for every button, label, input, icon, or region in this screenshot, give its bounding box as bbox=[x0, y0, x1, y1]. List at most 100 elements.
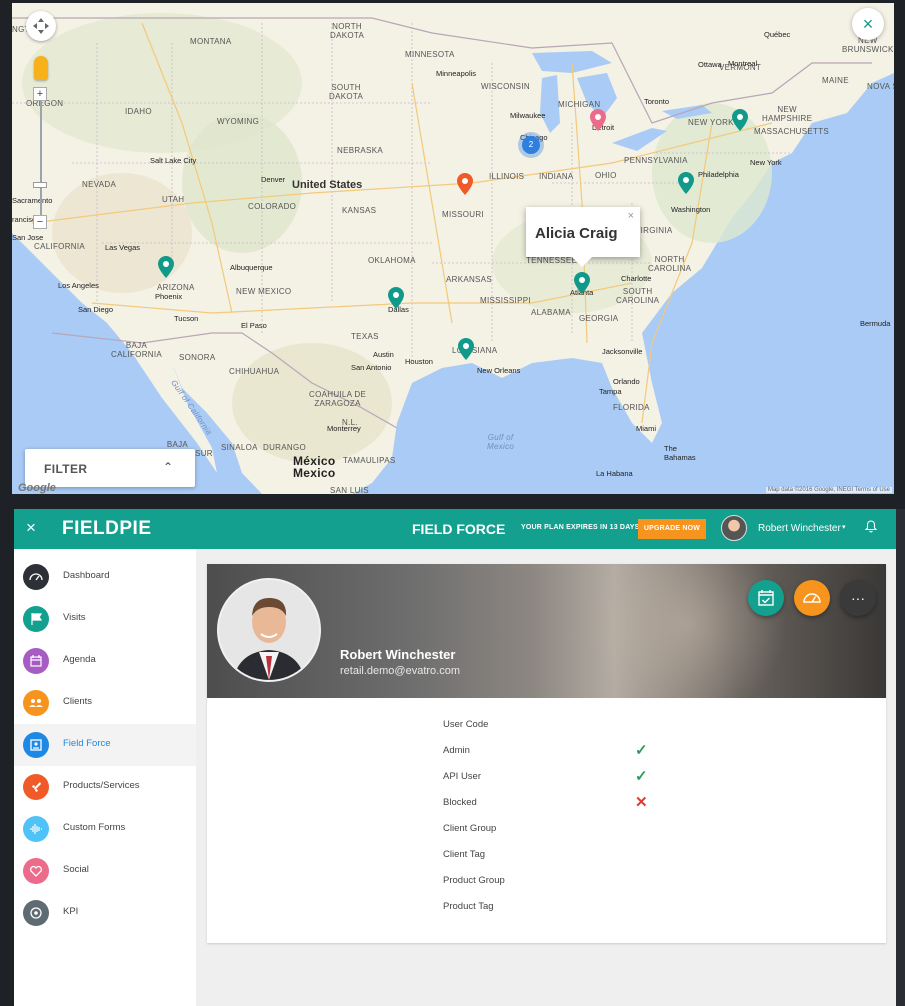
map-label: WYOMING bbox=[217, 117, 260, 126]
plan-expiry-text: YOUR PLAN EXPIRES IN 13 DAYS bbox=[521, 524, 640, 531]
teal-map-pin[interactable] bbox=[678, 172, 694, 194]
page-title: FIELD FORCE bbox=[412, 521, 506, 537]
map-label: La Habana bbox=[596, 469, 633, 478]
map-city: Houston bbox=[405, 357, 433, 366]
map-label: KANSAS bbox=[342, 206, 377, 215]
map-label: SOUTH CAROLINA bbox=[616, 287, 660, 305]
bell-icon[interactable] bbox=[864, 520, 878, 536]
sidebar-item-label: Agenda bbox=[63, 654, 96, 665]
app-logo[interactable]: FIELDPIE bbox=[62, 518, 152, 540]
sidebar-item-label: Custom Forms bbox=[63, 822, 126, 833]
map-label: SINALOA bbox=[221, 443, 258, 452]
teal-map-pin[interactable] bbox=[732, 109, 748, 131]
zoom-in-button[interactable]: + bbox=[33, 87, 47, 101]
map-attribution[interactable]: Map data ©2016 Google, INEGI Terms of Us… bbox=[765, 487, 892, 493]
pan-arrows-icon bbox=[33, 18, 49, 34]
teal-map-pin[interactable] bbox=[158, 256, 174, 278]
map-label: CALIFORNIA bbox=[34, 242, 86, 251]
map-city: San Jose bbox=[12, 233, 44, 242]
sidebar-item-agenda[interactable]: Agenda bbox=[14, 640, 196, 682]
sidebar-item-label: Clients bbox=[63, 696, 93, 707]
profile-banner: Robert Winchester retail.demo@evatro.com… bbox=[207, 564, 886, 698]
filter-label: FILTER bbox=[44, 462, 88, 476]
zoom-slider-handle[interactable] bbox=[33, 182, 47, 188]
dashboard-button[interactable] bbox=[794, 580, 830, 616]
close-map-button[interactable]: × bbox=[852, 8, 884, 40]
cross-icon: ✕ bbox=[635, 794, 648, 811]
map-city: Toronto bbox=[644, 97, 670, 106]
map-label-water: Gulf of Mexico bbox=[487, 433, 515, 451]
map-label: Bermuda bbox=[860, 319, 891, 328]
map-view[interactable]: NGTON NORTH DAKOTA MONTANA MINNESOTA SOU… bbox=[12, 3, 894, 494]
schedule-visit-button[interactable] bbox=[748, 580, 784, 616]
map-label-country: México Mexico bbox=[293, 454, 336, 480]
map-city: Minneapolis bbox=[436, 69, 477, 78]
zoom-slider-track[interactable] bbox=[40, 97, 42, 217]
map-label: ALABAMA bbox=[531, 308, 571, 317]
map-label: MAINE bbox=[822, 76, 849, 85]
map-city: New Orleans bbox=[477, 366, 521, 375]
sidebar-item-field-force[interactable]: Field Force bbox=[14, 724, 196, 766]
map-city: Charlotte bbox=[621, 274, 652, 283]
field-label: Blocked bbox=[443, 797, 477, 808]
map-city: Montreal bbox=[728, 59, 758, 68]
map-label: MONTANA bbox=[190, 37, 232, 46]
sidebar-item-custom-forms[interactable]: Custom Forms bbox=[14, 808, 196, 850]
info-window-close-icon[interactable]: × bbox=[628, 210, 634, 222]
map-label: OHIO bbox=[595, 171, 617, 180]
map-label: MICHIGAN bbox=[558, 100, 601, 109]
map-city: Jacksonville bbox=[602, 347, 643, 356]
map-label: GEORGIA bbox=[579, 314, 619, 323]
orange-map-pin[interactable] bbox=[457, 173, 473, 195]
sidebar-item-clients[interactable]: Clients bbox=[14, 682, 196, 724]
target-icon bbox=[23, 900, 49, 926]
map-city: Albuquerque bbox=[230, 263, 273, 272]
marker-cluster[interactable]: 2 bbox=[522, 136, 540, 154]
map-label: ILLINOIS bbox=[489, 172, 525, 181]
teal-map-pin[interactable] bbox=[574, 272, 590, 294]
sidebar-item-label: Visits bbox=[63, 612, 86, 623]
map-label: MASSACHUSETTS bbox=[754, 127, 830, 136]
map-city: Milwaukee bbox=[510, 111, 546, 120]
teal-map-pin[interactable] bbox=[388, 287, 404, 309]
sidebar-item-visits[interactable]: Visits bbox=[14, 598, 196, 640]
pink-map-pin[interactable] bbox=[590, 109, 606, 131]
sidebar-item-social[interactable]: Social bbox=[14, 850, 196, 892]
map-label: ARKANSAS bbox=[446, 275, 492, 284]
google-logo: Google bbox=[18, 482, 56, 494]
map-label: NEW YORK bbox=[688, 118, 734, 127]
sidebar-item-dashboard[interactable]: Dashboard bbox=[14, 556, 196, 598]
field-label: Product Group bbox=[443, 875, 505, 886]
pan-control[interactable] bbox=[26, 11, 56, 41]
more-options-button[interactable]: ··· bbox=[840, 580, 876, 616]
page-scrollbar[interactable] bbox=[896, 509, 905, 1006]
map-city: Orlando bbox=[613, 377, 640, 386]
field-label: Client Group bbox=[443, 823, 497, 834]
user-name[interactable]: Robert Winchester bbox=[758, 523, 841, 534]
profile-card: Robert Winchester retail.demo@evatro.com… bbox=[207, 564, 886, 943]
field-label: API User bbox=[443, 771, 482, 782]
upgrade-now-button[interactable]: UPGRADE NOW bbox=[638, 519, 706, 539]
map-info-window: × Alicia Craig bbox=[526, 207, 640, 267]
flag-icon bbox=[23, 606, 49, 632]
street-view-pegman-icon[interactable] bbox=[34, 56, 48, 80]
sidebar-item-kpi[interactable]: KPI bbox=[14, 892, 196, 934]
chevron-down-icon[interactable]: ▾ bbox=[842, 523, 846, 531]
map-city: Las Vegas bbox=[105, 243, 141, 252]
avatar[interactable] bbox=[721, 515, 747, 541]
chevron-up-icon[interactable]: ⌃ bbox=[163, 460, 173, 474]
map-label: CHIHUAHUA bbox=[229, 367, 280, 376]
map-label: VIRGINIA bbox=[635, 226, 673, 235]
zoom-out-button[interactable]: − bbox=[33, 215, 47, 229]
close-icon[interactable]: × bbox=[26, 518, 36, 538]
map-label: MISSOURI bbox=[442, 210, 484, 219]
sidebar-item-products-services[interactable]: Products/Services bbox=[14, 766, 196, 808]
map-label: NORTH CAROLINA bbox=[648, 255, 692, 273]
teal-map-pin[interactable] bbox=[458, 338, 474, 360]
check-icon: ✓ bbox=[635, 742, 648, 759]
map-label: The Bahamas bbox=[664, 444, 696, 462]
profile-email: retail.demo@evatro.com bbox=[340, 665, 460, 677]
field-label: Client Tag bbox=[443, 849, 486, 860]
sidebar: Dashboard Visits Agenda Clients Field Fo… bbox=[14, 549, 196, 1006]
map-city: Phoenix bbox=[155, 292, 183, 301]
